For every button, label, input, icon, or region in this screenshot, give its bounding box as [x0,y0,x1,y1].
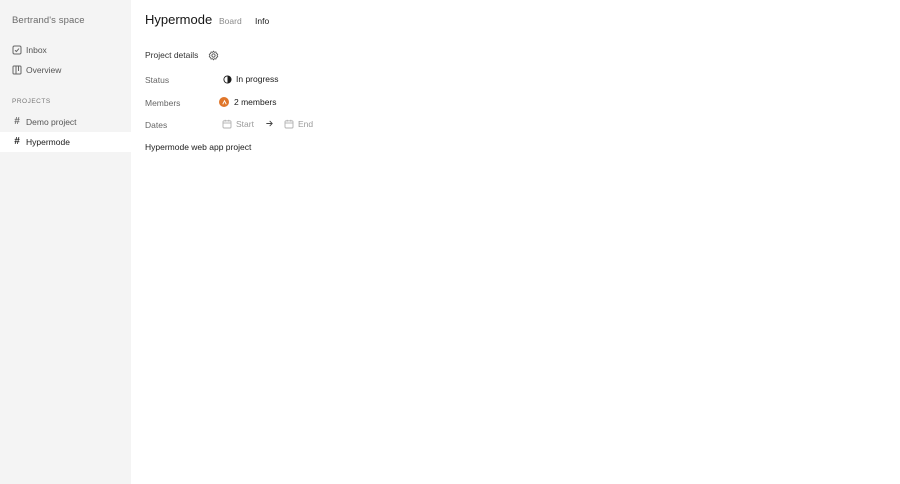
hash-icon: # [14,116,20,127]
tab-board[interactable]: Board [219,16,242,26]
hash-icon: # [14,136,20,147]
gear-icon[interactable] [207,49,219,61]
sidebar-item-label: Demo project [26,117,77,127]
sidebar-item-overview[interactable]: Overview [0,60,131,80]
calendar-icon [222,119,232,129]
project-details-header: Project details [145,49,219,61]
members-value[interactable]: 2 members [219,97,277,107]
start-date-button[interactable]: Start [222,119,254,129]
sidebar-item-label: Hypermode [26,137,70,147]
calendar-icon [284,119,294,129]
members-label: Members [145,98,181,108]
sidebar-item-inbox[interactable]: Inbox [0,40,131,60]
sidebar-item-label: Inbox [26,45,47,55]
app-root: Bertrand's space Inbox Overview PROJECTS [0,0,900,484]
page-title: Hypermode [145,12,213,27]
arrow-right-icon [265,119,274,128]
workspace-name[interactable]: Bertrand's space [12,15,85,26]
status-value[interactable]: In progress [222,74,279,84]
end-date-button[interactable]: End [284,119,313,129]
sidebar-item-demo-project[interactable]: # Demo project [0,112,131,132]
projects-section-title: PROJECTS [12,98,51,105]
main-content: Hypermode Board Info Project details Sta… [131,0,900,484]
avatar-icon [219,97,229,107]
members-text: 2 members [234,97,277,107]
checkbox-icon [12,45,22,55]
tab-info[interactable]: Info [255,16,269,26]
sidebar: Bertrand's space Inbox Overview PROJECTS [0,0,131,484]
board-icon [12,65,22,75]
project-description[interactable]: Hypermode web app project [145,142,251,152]
start-date-text: Start [236,119,254,129]
half-circle-icon [222,74,232,84]
sidebar-item-label: Overview [26,65,62,75]
status-label: Status [145,75,170,85]
end-date-text: End [298,119,314,129]
sidebar-item-hypermode[interactable]: # Hypermode [0,132,131,152]
dates-label: Dates [145,120,168,130]
project-details-title: Project details [145,50,199,60]
status-text: In progress [236,74,279,84]
